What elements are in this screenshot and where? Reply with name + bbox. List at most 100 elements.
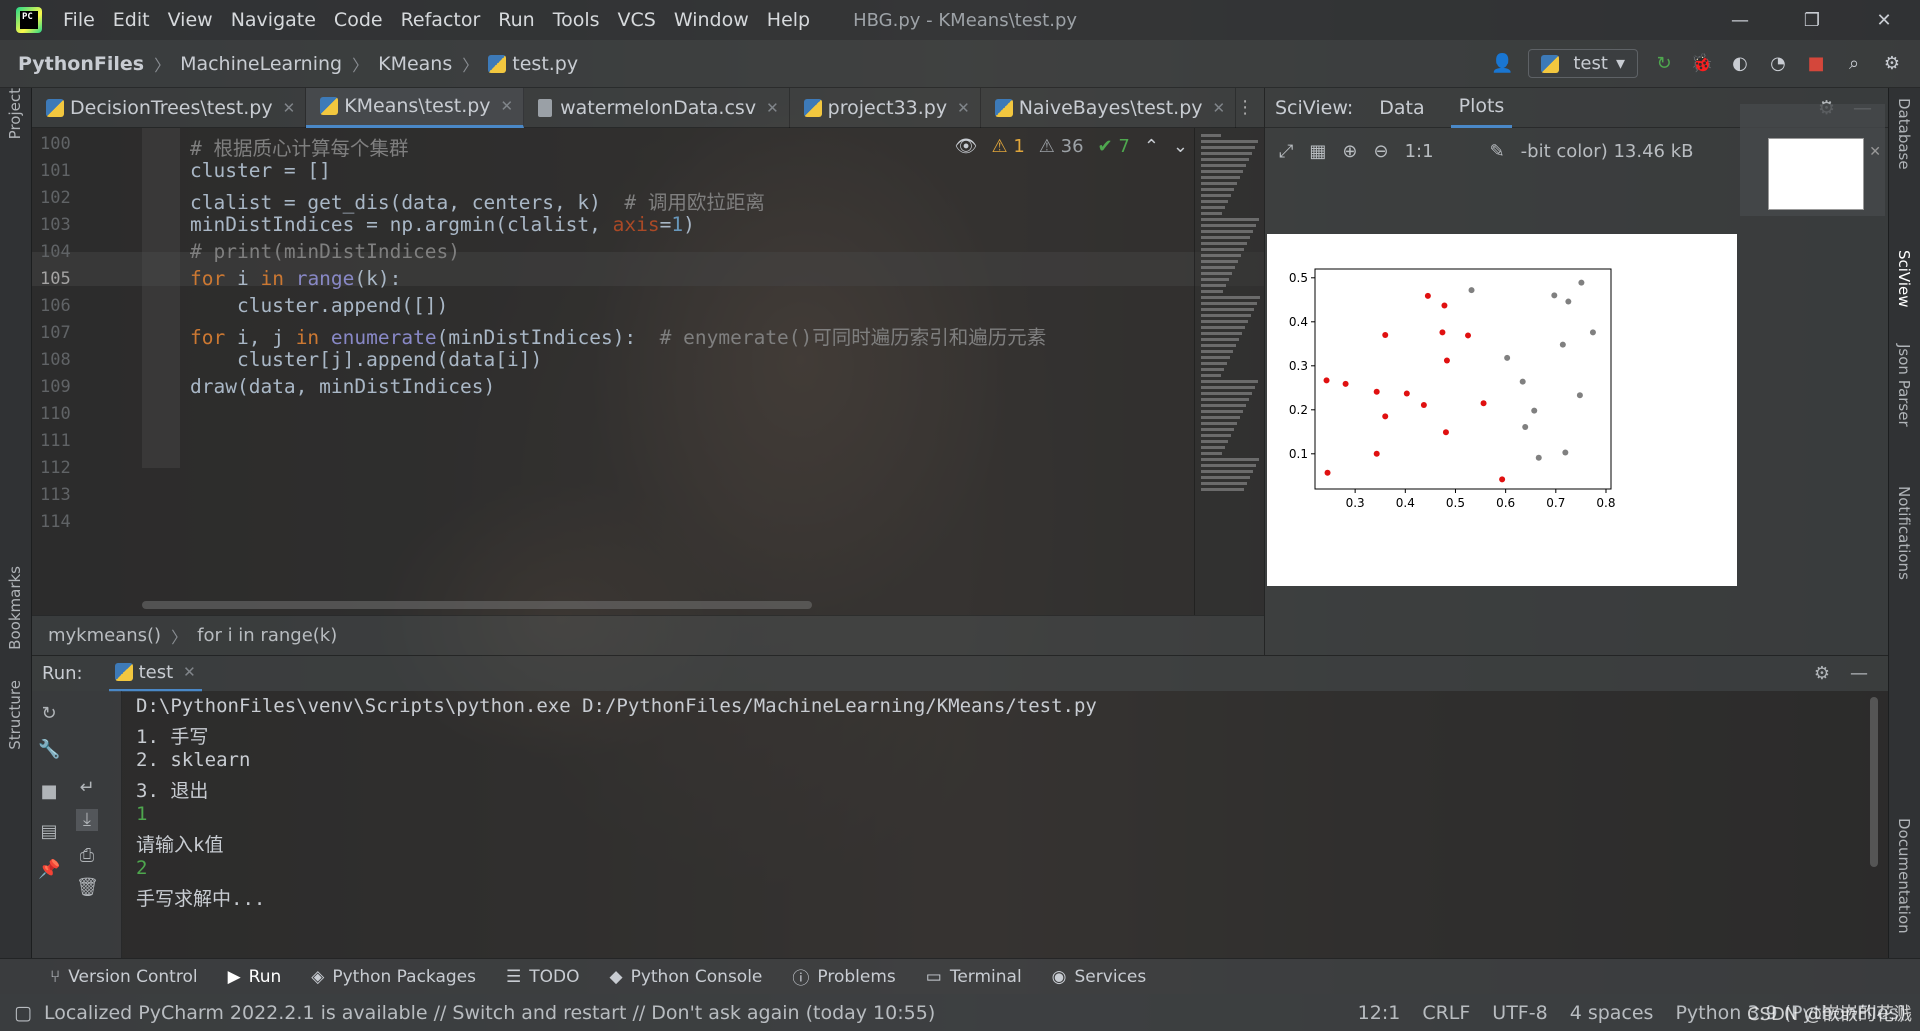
profile-icon[interactable]: ◔ (1766, 52, 1790, 76)
print-icon[interactable]: ⎙ (76, 845, 98, 867)
tab-decisiontrees-test[interactable]: DecisionTrees\test.py ✕ (32, 87, 307, 128)
run-tool-button[interactable]: ▶ Run (228, 967, 282, 987)
close-icon[interactable]: ✕ (183, 663, 196, 681)
coverage-icon[interactable]: ◐ (1728, 52, 1752, 76)
code-line[interactable]: for i in range(k): (190, 267, 401, 290)
code-editor[interactable]: 100 101 102 103 104 105 106 107 108 109 110 111 112 1… (32, 128, 1264, 615)
python-console-tool-button[interactable]: ◆ Python Console (610, 967, 763, 987)
line-number[interactable]: 112 (40, 458, 90, 478)
breadcrumb-project[interactable]: PythonFiles (18, 53, 144, 75)
plot-image[interactable]: 0.3 0.4 0.5 0.6 0.7 0.8 0.1 0.2 0.3 0.4 0.5 (1267, 234, 1737, 586)
panel-toggle-icon[interactable]: ▢ (14, 1002, 32, 1024)
fit-to-window-icon[interactable]: ⤢ (1279, 141, 1293, 162)
layout-icon[interactable]: ▤ (38, 821, 60, 843)
problems-tool-button[interactable]: ⓘ Problems (792, 964, 895, 990)
menu-navigate[interactable]: Navigate (222, 9, 325, 31)
line-number[interactable]: 103 (40, 215, 90, 235)
zoom-in-icon[interactable]: ⊕ (1342, 141, 1357, 162)
run-configuration-selector[interactable]: test ▾ (1528, 49, 1638, 78)
run-console[interactable]: D:\PythonFiles\venv\Scripts\python.exe D… (122, 691, 1888, 958)
menu-file[interactable]: File (54, 9, 104, 31)
grid-icon[interactable]: ▦ (1309, 141, 1326, 162)
code-line[interactable]: clalist = get_dis(data, centers, k) # 调用… (190, 186, 765, 215)
todo-tool-button[interactable]: ☰ TODO (506, 967, 580, 987)
debug-icon[interactable]: 🐞 (1690, 52, 1714, 76)
line-number[interactable]: 114 (40, 512, 90, 532)
close-icon[interactable]: ✕ (1213, 99, 1226, 117)
tab-plots[interactable]: Plots (1450, 88, 1513, 128)
line-number[interactable]: 101 (40, 161, 90, 181)
breadcrumb-statement[interactable]: for i in range(k) (197, 625, 337, 646)
project-tool-button[interactable]: Project (6, 88, 24, 139)
menu-edit[interactable]: Edit (104, 9, 159, 31)
menu-refactor[interactable]: Refactor (392, 9, 490, 31)
status-message[interactable]: Localized PyCharm 2022.2.1 is available … (44, 1002, 935, 1024)
editor-gutter[interactable]: 100 101 102 103 104 105 106 107 108 109 110 111 112 1… (32, 128, 140, 615)
menu-tools[interactable]: Tools (544, 9, 609, 31)
line-number[interactable]: 104 (40, 242, 90, 262)
hide-panel-icon[interactable]: — (1850, 663, 1868, 684)
stop-icon[interactable]: ■ (1804, 52, 1828, 76)
breadcrumb-file[interactable]: test.py (488, 53, 578, 75)
code-line[interactable]: # 根据质心计算每个集群 (190, 132, 408, 161)
line-number[interactable]: 106 (40, 296, 90, 316)
breadcrumb-function[interactable]: mykmeans() (48, 625, 161, 646)
structure-tool-button[interactable]: Structure (6, 680, 24, 750)
chevron-down-icon[interactable]: ⌄ (1173, 136, 1188, 157)
warning-count[interactable]: ⚠ 1 (991, 136, 1024, 157)
inspection-widget[interactable]: 👁 ⚠ 1 ⚠ 36 ✔ 7 ⌃ ⌄ (955, 136, 1188, 157)
vertical-scrollbar[interactable] (1870, 697, 1878, 867)
user-icon[interactable]: 👤 (1490, 52, 1514, 76)
documentation-tool-button[interactable]: Documentation (1895, 818, 1913, 934)
terminal-tool-button[interactable]: ▭ Terminal (926, 967, 1022, 987)
typo-count[interactable]: ✔ 7 (1098, 136, 1130, 157)
plot-thumbnail[interactable] (1768, 138, 1864, 210)
menu-window[interactable]: Window (665, 9, 758, 31)
file-encoding[interactable]: UTF-8 (1492, 1002, 1547, 1024)
horizontal-scrollbar[interactable] (142, 601, 812, 609)
menu-code[interactable]: Code (325, 9, 392, 31)
soft-wrap-icon[interactable]: ↵ (76, 777, 98, 799)
code-line[interactable]: cluster[j].append(data[i]) (190, 348, 542, 371)
tab-watermelondata-csv[interactable]: watermelonData.csv ✕ (524, 87, 790, 128)
indent-setting[interactable]: 4 spaces (1570, 1002, 1654, 1024)
close-icon[interactable]: ✕ (1869, 144, 1881, 160)
close-button[interactable]: ✕ (1848, 10, 1920, 31)
version-control-tool-button[interactable]: ⑂ Version Control (50, 967, 198, 987)
tab-data[interactable]: Data (1371, 88, 1432, 128)
tab-project33[interactable]: project33.py ✕ (790, 87, 981, 128)
line-number[interactable]: 105 (40, 269, 90, 289)
restore-button[interactable]: ❐ (1776, 10, 1848, 31)
pin-icon[interactable]: 📌 (38, 859, 60, 881)
line-number[interactable]: 111 (40, 431, 90, 451)
menu-vcs[interactable]: VCS (609, 9, 665, 31)
color-picker-icon[interactable]: ✎ (1490, 141, 1505, 162)
code-line[interactable]: for i, j in enumerate(minDistIndices): #… (190, 321, 1046, 350)
code-line[interactable]: cluster.append([]) (190, 294, 448, 317)
sciview-tool-button[interactable]: SciView (1895, 250, 1913, 308)
scroll-to-end-icon[interactable]: ⤓ (76, 809, 98, 831)
line-number[interactable]: 107 (40, 323, 90, 343)
stop-icon[interactable]: ■ (38, 781, 60, 803)
rerun-icon[interactable]: ↻ (38, 703, 60, 725)
line-number[interactable]: 110 (40, 404, 90, 424)
close-icon[interactable]: ✕ (957, 99, 970, 117)
zoom-out-icon[interactable]: ⊖ (1374, 141, 1389, 162)
code-line[interactable]: minDistIndices = np.argmin(clalist, axis… (190, 213, 695, 236)
actual-size-button[interactable]: 1:1 (1405, 141, 1434, 162)
breadcrumb-subfolder[interactable]: KMeans (378, 53, 452, 75)
bookmarks-tool-button[interactable]: Bookmarks (6, 566, 24, 650)
rerun-icon[interactable]: ↻ (1652, 52, 1676, 76)
line-number[interactable]: 102 (40, 188, 90, 208)
chevron-up-icon[interactable]: ⌃ (1144, 136, 1159, 157)
caret-position[interactable]: 12:1 (1358, 1002, 1401, 1024)
weak-warning-count[interactable]: ⚠ 36 (1039, 136, 1084, 157)
line-number[interactable]: 113 (40, 485, 90, 505)
services-tool-button[interactable]: ◉ Services (1052, 967, 1147, 987)
code-line[interactable]: # print(minDistIndices) (190, 240, 460, 263)
reader-mode-icon[interactable]: 👁 (955, 136, 978, 157)
line-number[interactable]: 109 (40, 377, 90, 397)
trash-icon[interactable]: 🗑 (76, 877, 99, 899)
code-line[interactable]: cluster = [] (190, 159, 331, 182)
breadcrumb-folder[interactable]: MachineLearning (180, 53, 342, 75)
